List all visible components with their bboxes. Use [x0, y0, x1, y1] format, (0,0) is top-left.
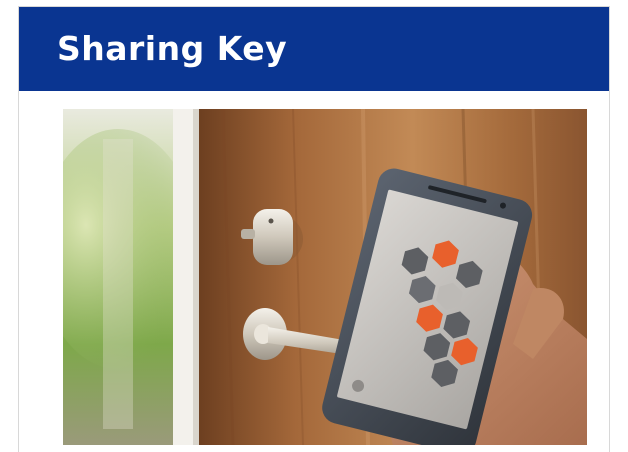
- header-banner: Sharing Key: [19, 7, 609, 91]
- page-title: Sharing Key: [57, 29, 288, 68]
- content-card: Sharing Key: [18, 6, 610, 452]
- smart-lock-photo: [63, 109, 587, 445]
